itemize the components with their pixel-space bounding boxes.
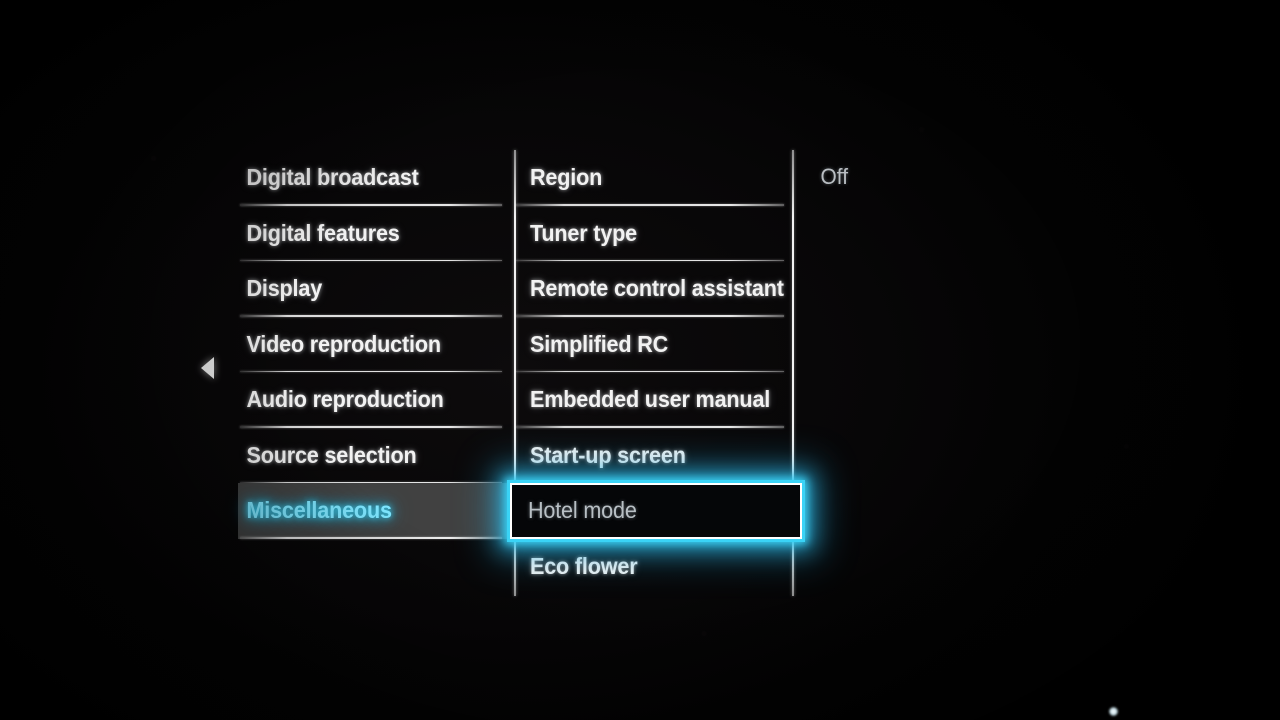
sidebar-item-label: Video reproduction bbox=[246, 330, 441, 357]
menu-item-hotel-mode[interactable]: Hotel mode bbox=[510, 483, 802, 539]
sidebar-item-label: Audio reproduction bbox=[246, 386, 444, 413]
menu-item-label: Tuner type bbox=[529, 219, 638, 246]
menu-item-eco-flower[interactable]: Eco flower bbox=[514, 539, 793, 595]
menu-item-embedded-user-manual[interactable]: Embedded user manual bbox=[514, 372, 793, 428]
sidebar-item-label: Display bbox=[246, 275, 323, 302]
sidebar-item-label: Digital broadcast bbox=[246, 164, 419, 191]
sidebar-item-digital-broadcast[interactable]: Digital broadcast bbox=[238, 150, 514, 206]
sidebar-item-source-selection[interactable]: Source selection bbox=[238, 428, 514, 483]
sidebar-item-label: Source selection bbox=[246, 441, 417, 468]
menu-item-label: Hotel mode bbox=[527, 497, 637, 524]
menu-item-label: Start-up screen bbox=[529, 441, 686, 468]
menu-item-label: Region bbox=[529, 164, 603, 191]
lens-highlight bbox=[1109, 707, 1118, 716]
menu-item-label: Simplified RC bbox=[529, 330, 669, 357]
menu-item-label: Eco flower bbox=[529, 552, 638, 579]
sidebar-item-label: Digital features bbox=[246, 219, 400, 246]
row-separator bbox=[240, 537, 502, 539]
sidebar-item-label: Miscellaneous bbox=[246, 497, 392, 524]
sidebar-item-video-reproduction[interactable]: Video reproduction bbox=[238, 317, 514, 372]
menu-item-remote-control-assistant[interactable]: Remote control assistant bbox=[514, 261, 793, 317]
sidebar-item-miscellaneous[interactable]: Miscellaneous bbox=[238, 483, 514, 539]
menu-item-simplified-rc[interactable]: Simplified RC bbox=[514, 317, 793, 372]
option-value-text[interactable]: Off bbox=[793, 150, 1040, 190]
tv-settings-screen: Digital broadcast Digital features Displ… bbox=[0, 0, 1280, 720]
option-value-pane: Off bbox=[793, 150, 1053, 190]
menu-item-region[interactable]: Region bbox=[514, 150, 793, 206]
sidebar-item-display[interactable]: Display bbox=[238, 261, 514, 317]
settings-categories-list: Digital broadcast Digital features Displ… bbox=[238, 150, 514, 539]
sidebar-item-audio-reproduction[interactable]: Audio reproduction bbox=[238, 372, 514, 428]
menu-item-tuner-type[interactable]: Tuner type bbox=[514, 206, 793, 261]
menu-item-start-up-screen[interactable]: Start-up screen bbox=[514, 428, 793, 483]
sidebar-item-digital-features[interactable]: Digital features bbox=[238, 206, 514, 261]
menu-item-label: Remote control assistant bbox=[529, 275, 784, 302]
triangle-left-icon[interactable] bbox=[201, 357, 214, 379]
miscellaneous-options-list: Region Tuner type Remote control assista… bbox=[510, 150, 802, 595]
menu-item-label: Embedded user manual bbox=[529, 386, 771, 413]
settings-menu: Digital broadcast Digital features Displ… bbox=[0, 0, 1280, 720]
